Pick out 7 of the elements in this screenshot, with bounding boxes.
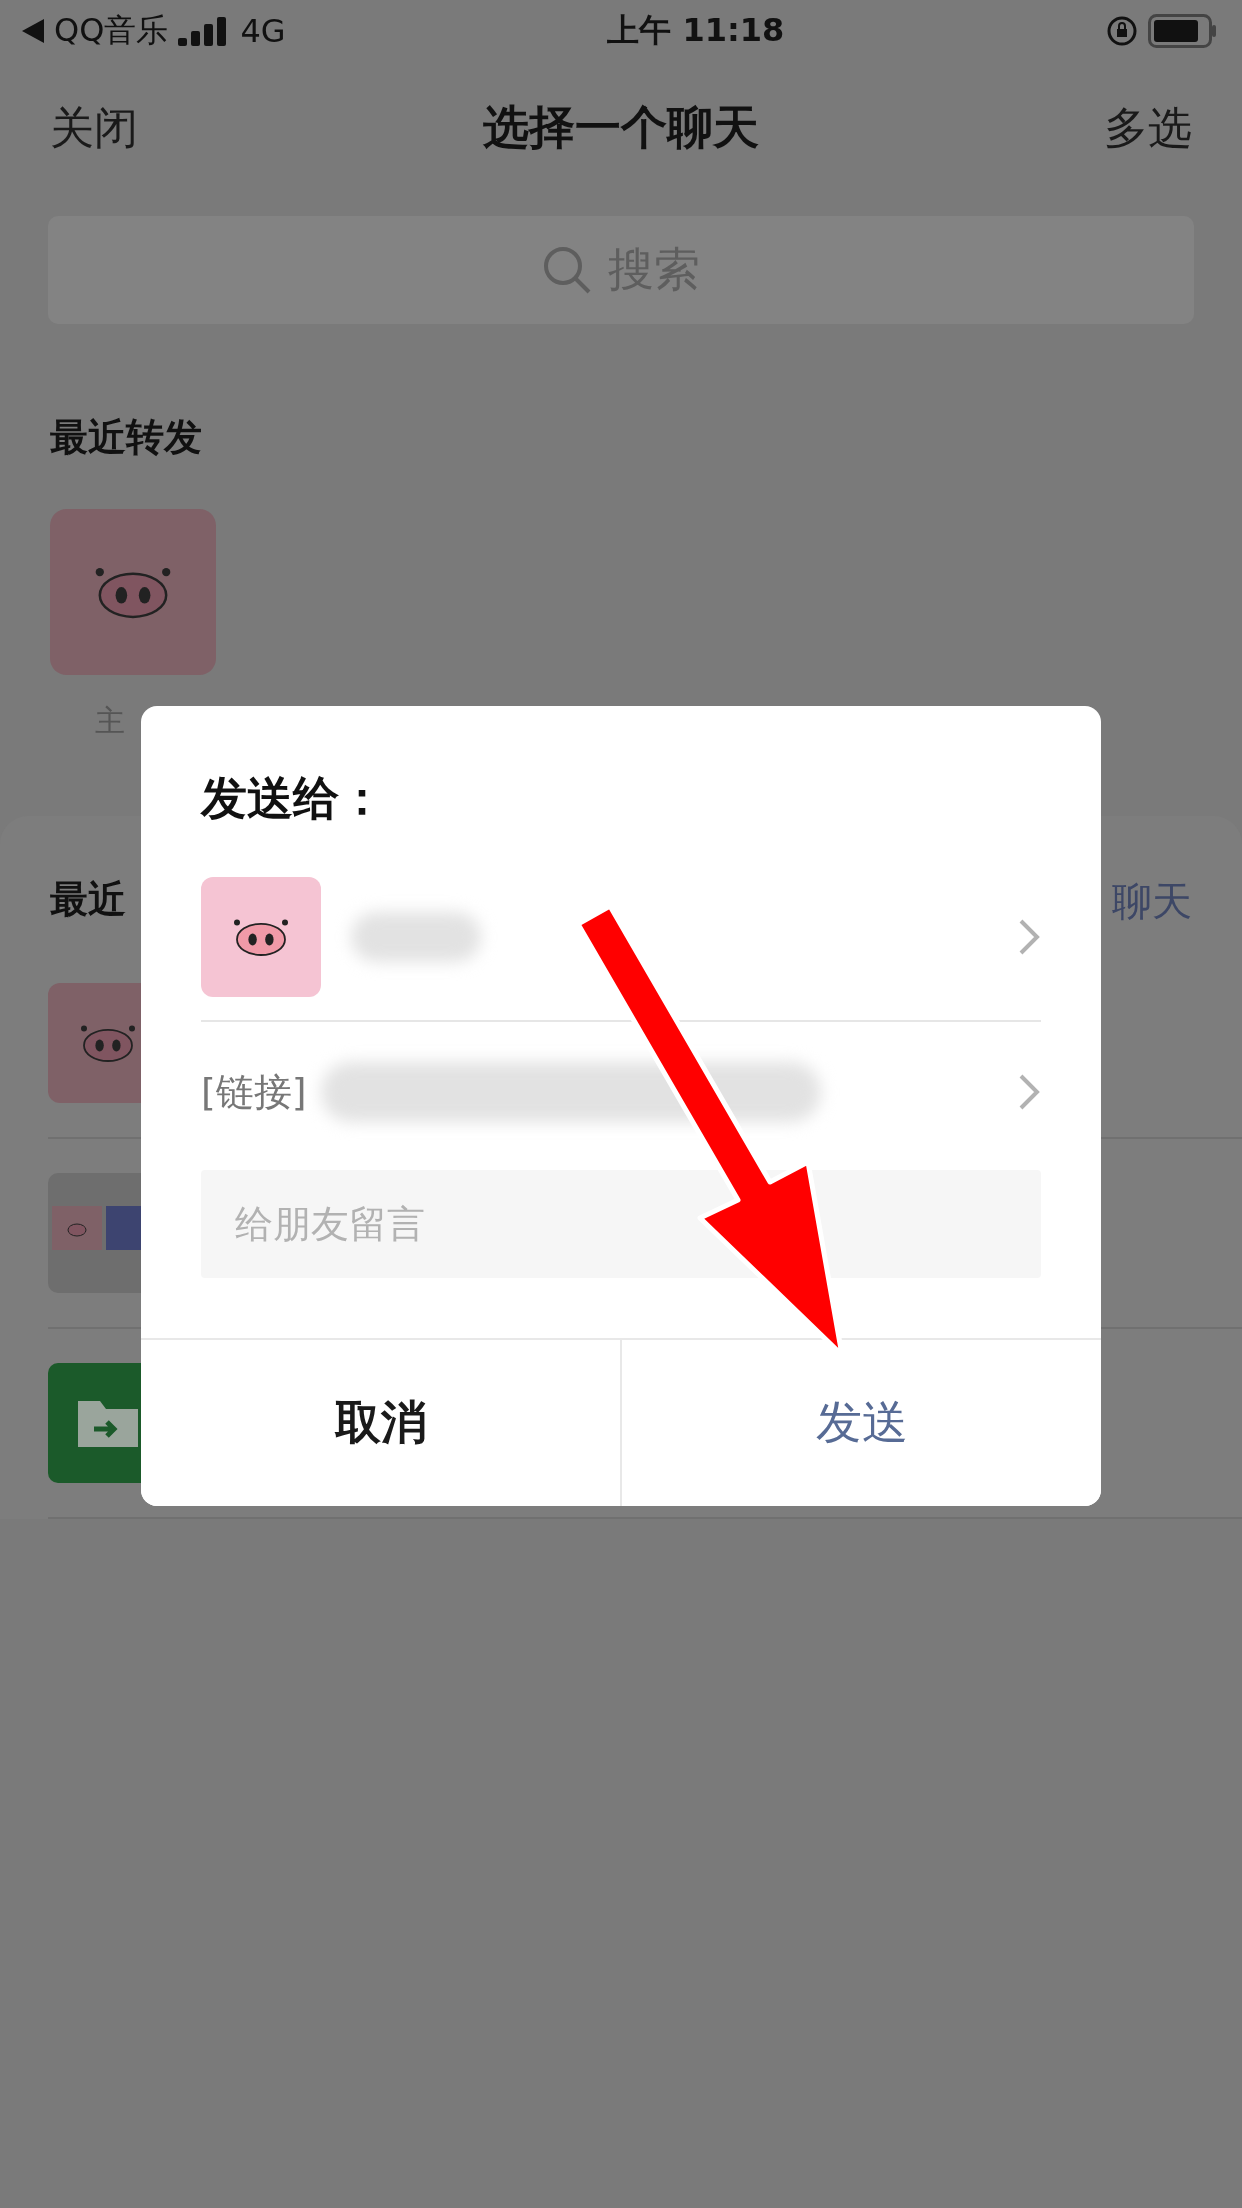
section-title: 最近转发 [50,415,202,459]
clock-time: 上午 11:18 [607,10,785,51]
page-title: 选择一个聊天 [483,99,759,156]
dialog-title: 发送给： [201,771,385,825]
network-label: 4G [240,12,286,50]
section-title: 最近 [50,876,126,923]
link-label: [链接] [201,1068,307,1116]
